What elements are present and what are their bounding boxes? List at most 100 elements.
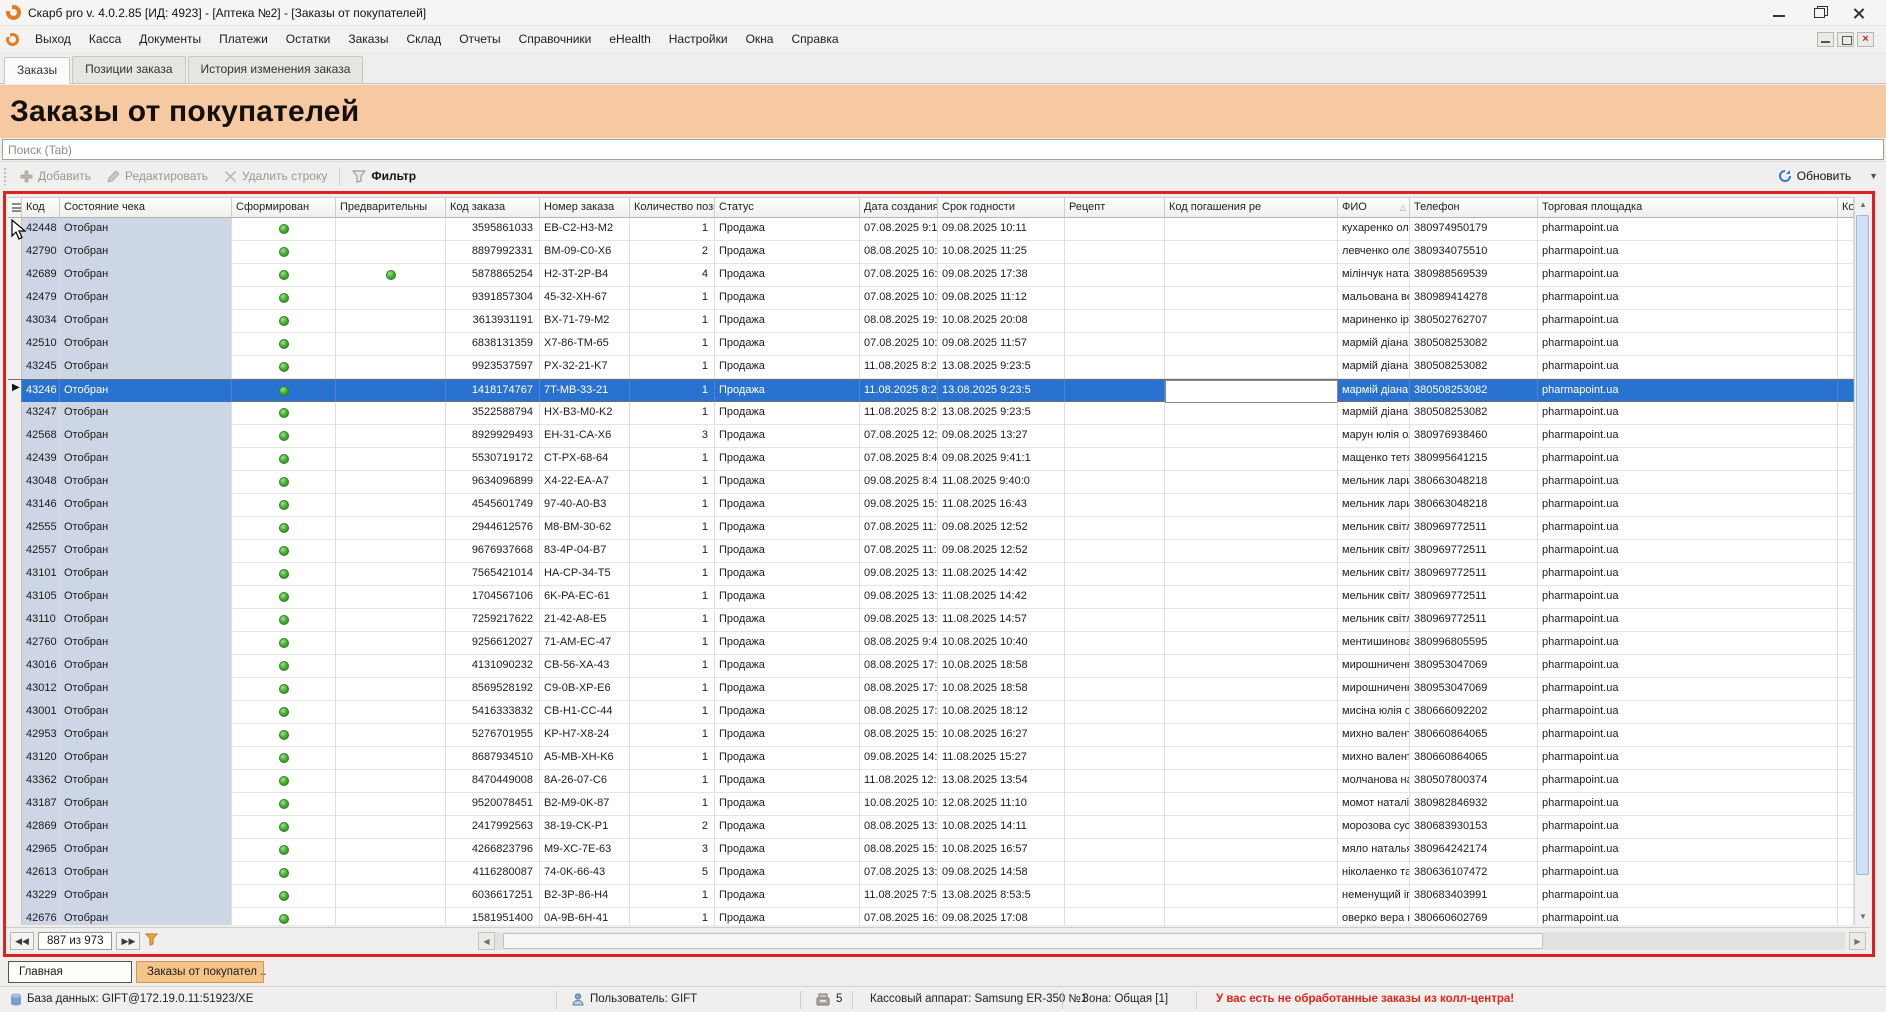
cell-kodpog[interactable] <box>1165 287 1338 310</box>
cell-ko[interactable] <box>1838 701 1854 724</box>
cell-predv[interactable] <box>336 816 446 839</box>
cell-kodpog[interactable] <box>1165 862 1338 885</box>
cell-kodz[interactable]: 8687934510 <box>446 747 540 770</box>
filter-button[interactable]: Фильтр <box>344 165 424 187</box>
cell-ind[interactable] <box>8 540 22 563</box>
cell-sost[interactable]: Отобран <box>60 425 232 448</box>
cell-sost[interactable]: Отобран <box>60 333 232 356</box>
cell-dsozd[interactable]: 08.08.2025 17:5 <box>860 655 938 678</box>
cell-kolvo[interactable]: 1 <box>630 380 715 403</box>
cell-ind[interactable] <box>8 448 22 471</box>
cell-recept[interactable] <box>1065 655 1165 678</box>
cell-srok[interactable]: 11.08.2025 14:42 <box>938 586 1065 609</box>
cell-dsozd[interactable]: 09.08.2025 13:4 <box>860 586 938 609</box>
cell-recept[interactable] <box>1065 333 1165 356</box>
cell-predv[interactable] <box>336 287 446 310</box>
cell-kodz[interactable]: 9634096899 <box>446 471 540 494</box>
cell-fio[interactable]: ніколаенко тамар <box>1338 862 1410 885</box>
cell-srok[interactable]: 10.08.2025 20:08 <box>938 310 1065 333</box>
table-row[interactable]: 42676Отобран15819514000A-9B-6H-411Продаж… <box>8 908 1854 925</box>
cell-ko[interactable] <box>1838 609 1854 632</box>
cell-dsozd[interactable]: 08.08.2025 15:2 <box>860 724 938 747</box>
cell-dsozd[interactable]: 07.08.2025 10:1 <box>860 287 938 310</box>
cell-dsozd[interactable]: 09.08.2025 8:40 <box>860 471 938 494</box>
table-row[interactable]: 43105Отобран17045671066K-PA-EC-611Продаж… <box>8 586 1854 609</box>
cell-srok[interactable]: 10.08.2025 18:12 <box>938 701 1065 724</box>
cell-nomer[interactable]: PX-32-21-K7 <box>540 356 630 379</box>
cell-predv[interactable] <box>336 471 446 494</box>
cell-status[interactable]: Продажа <box>715 724 860 747</box>
cell-dsozd[interactable]: 07.08.2025 11:5 <box>860 540 938 563</box>
cell-sost[interactable]: Отобран <box>60 724 232 747</box>
table-row[interactable]: 43001Отобран5416333832CB-H1-CC-441Продаж… <box>8 701 1854 724</box>
cell-fio[interactable]: мирошниченко ір <box>1338 655 1410 678</box>
menu-item-документы[interactable]: Документы <box>130 28 210 50</box>
cell-predv[interactable] <box>336 793 446 816</box>
cell-kodz[interactable]: 6036617251 <box>446 885 540 908</box>
cell-sform[interactable] <box>232 632 336 655</box>
cell-kod[interactable]: 42557 <box>22 540 60 563</box>
cell-dsozd[interactable]: 07.08.2025 12:2 <box>860 425 938 448</box>
toolbar-grip[interactable] <box>3 167 8 185</box>
cell-dsozd[interactable]: 08.08.2025 10:2 <box>860 241 938 264</box>
cell-dsozd[interactable]: 08.08.2025 17:5 <box>860 678 938 701</box>
cell-status[interactable]: Продажа <box>715 402 860 425</box>
cell-nomer[interactable]: 45-32-XH-67 <box>540 287 630 310</box>
cell-dsozd[interactable]: 09.08.2025 13:5 <box>860 609 938 632</box>
cell-recept[interactable] <box>1065 264 1165 287</box>
cell-srok[interactable]: 09.08.2025 17:38 <box>938 264 1065 287</box>
cell-tel[interactable]: 380969772511 <box>1410 540 1538 563</box>
cell-ko[interactable] <box>1838 218 1854 241</box>
cell-sform[interactable] <box>232 241 336 264</box>
cell-sost[interactable]: Отобран <box>60 839 232 862</box>
cell-kod[interactable]: 42568 <box>22 425 60 448</box>
cell-ind[interactable] <box>8 609 22 632</box>
cell-ind[interactable] <box>8 586 22 609</box>
cell-tel[interactable]: 380934075510 <box>1410 241 1538 264</box>
cell-kodz[interactable]: 2417992563 <box>446 816 540 839</box>
cell-predv[interactable] <box>336 862 446 885</box>
cell-kod[interactable]: 43146 <box>22 494 60 517</box>
cell-ind[interactable] <box>8 862 22 885</box>
cell-recept[interactable] <box>1065 563 1165 586</box>
cell-ko[interactable] <box>1838 816 1854 839</box>
cell-predv[interactable] <box>336 380 446 403</box>
cell-kod[interactable]: 42869 <box>22 816 60 839</box>
cell-sost[interactable]: Отобран <box>60 494 232 517</box>
edit-button[interactable]: Редактировать <box>99 165 216 187</box>
cell-kodpog[interactable] <box>1165 448 1338 471</box>
cell-tel[interactable]: 380953047069 <box>1410 678 1538 701</box>
cell-dsozd[interactable]: 08.08.2025 15:5 <box>860 839 938 862</box>
cell-sost[interactable]: Отобран <box>60 885 232 908</box>
cell-ko[interactable] <box>1838 632 1854 655</box>
last-page-button[interactable]: ▶▶ <box>116 932 140 950</box>
cell-ko[interactable] <box>1838 770 1854 793</box>
cell-kodpog[interactable] <box>1165 356 1338 379</box>
cell-srok[interactable]: 10.08.2025 11:25 <box>938 241 1065 264</box>
cell-recept[interactable] <box>1065 678 1165 701</box>
scroll-up-icon[interactable]: ▲ <box>1855 197 1871 213</box>
cell-kolvo[interactable]: 1 <box>630 770 715 793</box>
cell-srok[interactable]: 09.08.2025 9:41:1 <box>938 448 1065 471</box>
cell-sform[interactable] <box>232 885 336 908</box>
cell-kodpog[interactable] <box>1165 908 1338 925</box>
cell-kodpog[interactable] <box>1165 264 1338 287</box>
cell-kolvo[interactable]: 3 <box>630 425 715 448</box>
table-row[interactable]: 42439Отобран5530719172CT-PX-68-641Продаж… <box>8 448 1854 471</box>
cell-kolvo[interactable]: 1 <box>630 517 715 540</box>
cell-predv[interactable] <box>336 264 446 287</box>
cell-sost[interactable]: Отобран <box>60 310 232 333</box>
menu-item-отчеты[interactable]: Отчеты <box>450 28 509 50</box>
cell-torg[interactable]: pharmapoint.ua <box>1538 287 1838 310</box>
cell-fio[interactable]: мельник світлана <box>1338 609 1410 632</box>
cell-kodz[interactable]: 4266823796 <box>446 839 540 862</box>
cell-predv[interactable] <box>336 655 446 678</box>
cell-kod[interactable]: 42510 <box>22 333 60 356</box>
cell-srok[interactable]: 11.08.2025 15:27 <box>938 747 1065 770</box>
cell-ind[interactable] <box>8 287 22 310</box>
cell-sost[interactable]: Отобран <box>60 701 232 724</box>
cell-recept[interactable] <box>1065 287 1165 310</box>
cell-srok[interactable]: 13.08.2025 9:23:5 <box>938 402 1065 425</box>
cell-torg[interactable]: pharmapoint.ua <box>1538 241 1838 264</box>
cell-nomer[interactable]: CB-56-XA-43 <box>540 655 630 678</box>
